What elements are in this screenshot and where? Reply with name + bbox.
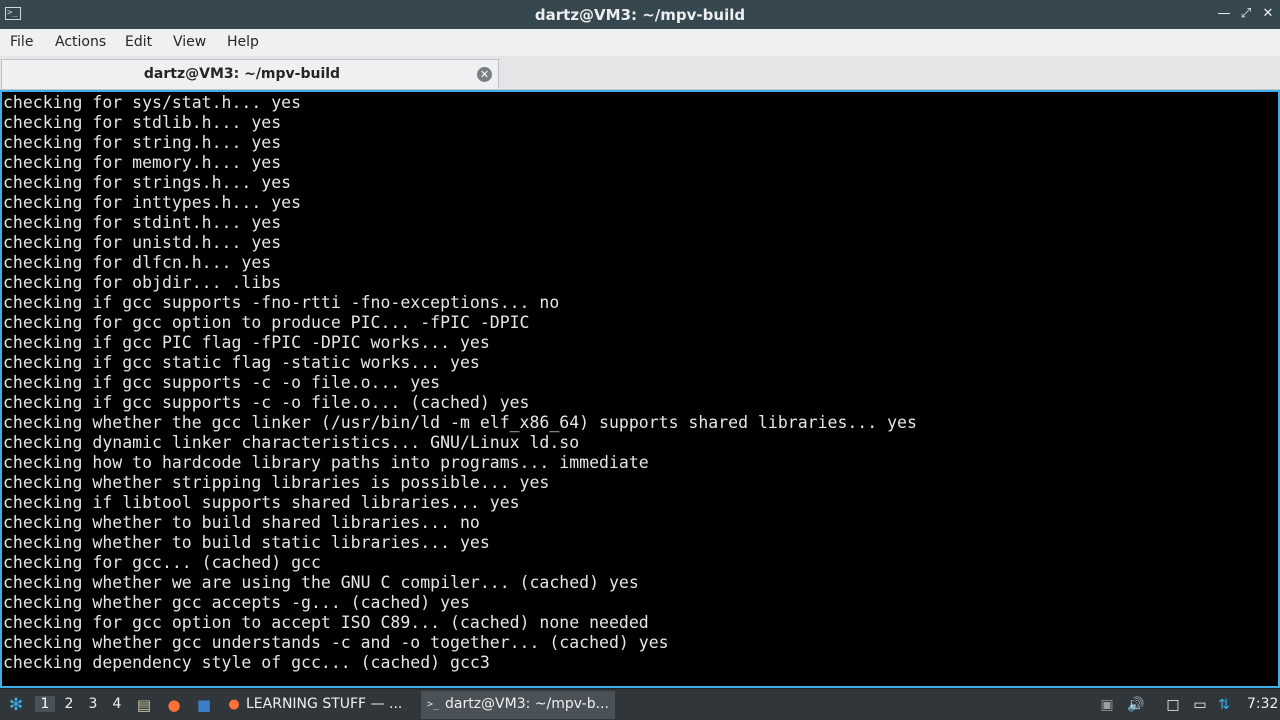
terminal-line: checking for strings.h... yes: [3, 173, 292, 192]
update-notifier-icon[interactable]: ▣: [1097, 695, 1117, 715]
monitor-icon[interactable]: ▭: [1190, 695, 1210, 715]
tab-bar: dartz@VM3: ~/mpv-build ✕: [0, 56, 1280, 90]
terminal-line: checking for sys/stat.h... yes: [3, 93, 302, 112]
task-label: dartz@VM3: ~/mpv-b...: [445, 696, 609, 712]
terminal-line: checking dependency style of gcc... (cac…: [3, 653, 490, 672]
maximize-button[interactable]: ⤢: [1237, 5, 1255, 23]
terminal-line: checking for gcc option to accept ISO C8…: [3, 613, 649, 632]
task-label: LEARNING STUFF — ...: [246, 696, 403, 712]
clock: 7:32: [1247, 696, 1279, 712]
terminal-line: checking whether stripping libraries is …: [3, 473, 550, 492]
tab-close-icon[interactable]: ✕: [477, 67, 492, 82]
show-desktop-icon[interactable]: ▤: [134, 695, 154, 715]
window-title: dartz@VM3: ~/mpv-build: [534, 6, 746, 24]
workspace-4[interactable]: 4: [110, 696, 124, 712]
terminal-line: checking whether to build static librari…: [3, 533, 490, 552]
terminal-line: checking whether gcc accepts -g... (cach…: [3, 593, 470, 612]
terminal-line: checking if libtool supports shared libr…: [3, 493, 520, 512]
workspace-2[interactable]: 2: [62, 696, 76, 712]
terminal-line: checking dynamic linker characteristics.…: [3, 433, 580, 452]
tab-terminal[interactable]: dartz@VM3: ~/mpv-build ✕: [1, 59, 499, 89]
terminal-icon: >_: [426, 699, 440, 710]
lubuntu-start-icon[interactable]: ✻: [6, 695, 26, 715]
terminal-line: checking for dlfcn.h... yes: [3, 253, 272, 272]
menu-actions[interactable]: Actions: [55, 34, 106, 50]
terminal-line: checking for gcc option to produce PIC..…: [3, 313, 530, 332]
terminal-output[interactable]: checking for sys/stat.h... yes checking f…: [0, 90, 1280, 688]
terminal-line: checking whether the gcc linker (/usr/bi…: [3, 413, 917, 432]
terminal-line: checking for gcc... (cached) gcc: [3, 553, 321, 572]
menu-bar: File Actions Edit View Help: [0, 29, 1280, 57]
terminal-line: checking if gcc supports -c -o file.o...…: [3, 373, 441, 392]
tab-label: dartz@VM3: ~/mpv-build: [143, 66, 341, 82]
terminal-line: checking how to hardcode library paths i…: [3, 453, 649, 472]
volume-icon[interactable]: 🔊: [1126, 695, 1146, 715]
terminal-line: checking for stdint.h... yes: [3, 213, 282, 232]
window-titlebar: >_ dartz@VM3: ~/mpv-build — ⤢ ✕: [0, 0, 1280, 29]
terminal-line: checking if gcc supports -fno-rtti -fno-…: [3, 293, 560, 312]
firefox-icon: ●: [228, 697, 240, 712]
close-button[interactable]: ✕: [1259, 5, 1277, 23]
menu-view[interactable]: View: [173, 34, 206, 50]
file-manager-icon[interactable]: ■: [194, 695, 214, 715]
terminal-line: checking for unistd.h... yes: [3, 233, 282, 252]
terminal-line: checking for stdlib.h... yes: [3, 113, 282, 132]
clipboard-icon[interactable]: □: [1163, 695, 1183, 715]
workspace-3[interactable]: 3: [86, 696, 100, 712]
menu-edit[interactable]: Edit: [125, 34, 152, 50]
menu-help[interactable]: Help: [227, 34, 259, 50]
menu-file[interactable]: File: [10, 34, 33, 50]
taskbar-task-firefox[interactable]: ● LEARNING STUFF — ...: [222, 691, 416, 719]
firefox-icon[interactable]: ●: [164, 695, 184, 715]
terminal-line: checking if gcc PIC flag -fPIC -DPIC wor…: [3, 333, 490, 352]
terminal-line: checking for memory.h... yes: [3, 153, 282, 172]
taskbar-task-terminal[interactable]: >_ dartz@VM3: ~/mpv-b...: [421, 691, 615, 719]
terminal-line: checking whether we are using the GNU C …: [3, 573, 639, 592]
network-icon[interactable]: ⇅: [1214, 695, 1234, 715]
terminal-line: checking for inttypes.h... yes: [3, 193, 302, 212]
workspace-1[interactable]: 1: [35, 696, 55, 712]
terminal-line: checking whether to build shared librari…: [3, 513, 480, 532]
terminal-line: checking if gcc static flag -static work…: [3, 353, 480, 372]
terminal-line: checking if gcc supports -c -o file.o...…: [3, 393, 530, 412]
taskbar: ✻ 1 2 3 4 ▤ ● ■ ● LEARNING STUFF — ... >…: [0, 688, 1280, 720]
terminal-line: checking whether gcc understands -c and …: [3, 633, 669, 652]
terminal-line: checking for string.h... yes: [3, 133, 282, 152]
minimize-button[interactable]: —: [1215, 5, 1233, 23]
terminal-line: checking for objdir... .libs: [3, 273, 282, 292]
